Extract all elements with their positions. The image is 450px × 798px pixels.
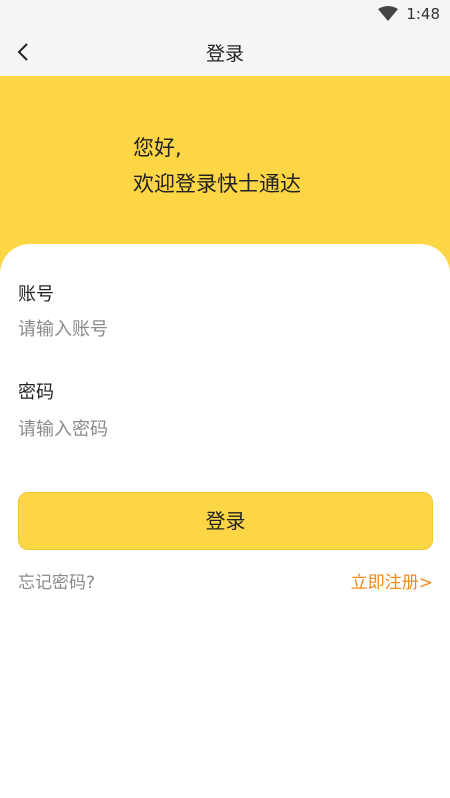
forgot-password-link[interactable]: 忘记密码? [18, 568, 95, 593]
password-label: 密码 [18, 382, 54, 403]
account-label: 账号 [18, 284, 54, 305]
password-input[interactable] [18, 414, 432, 444]
nav-bar: 登录 [0, 28, 450, 76]
account-input[interactable] [18, 314, 432, 344]
welcome-line: 欢迎登录快士通达 [133, 172, 301, 196]
clock: 1:48 [406, 5, 440, 23]
login-card: 账号 密码 登录 忘记密码? 立即注册> [0, 244, 450, 798]
wifi-icon [378, 6, 398, 21]
status-bar: 1:48 [0, 0, 450, 28]
greeting-line: 您好, [133, 136, 182, 160]
page-title: 登录 [205, 43, 244, 65]
login-button[interactable]: 登录 [18, 492, 433, 550]
register-link[interactable]: 立即注册> [351, 568, 433, 593]
